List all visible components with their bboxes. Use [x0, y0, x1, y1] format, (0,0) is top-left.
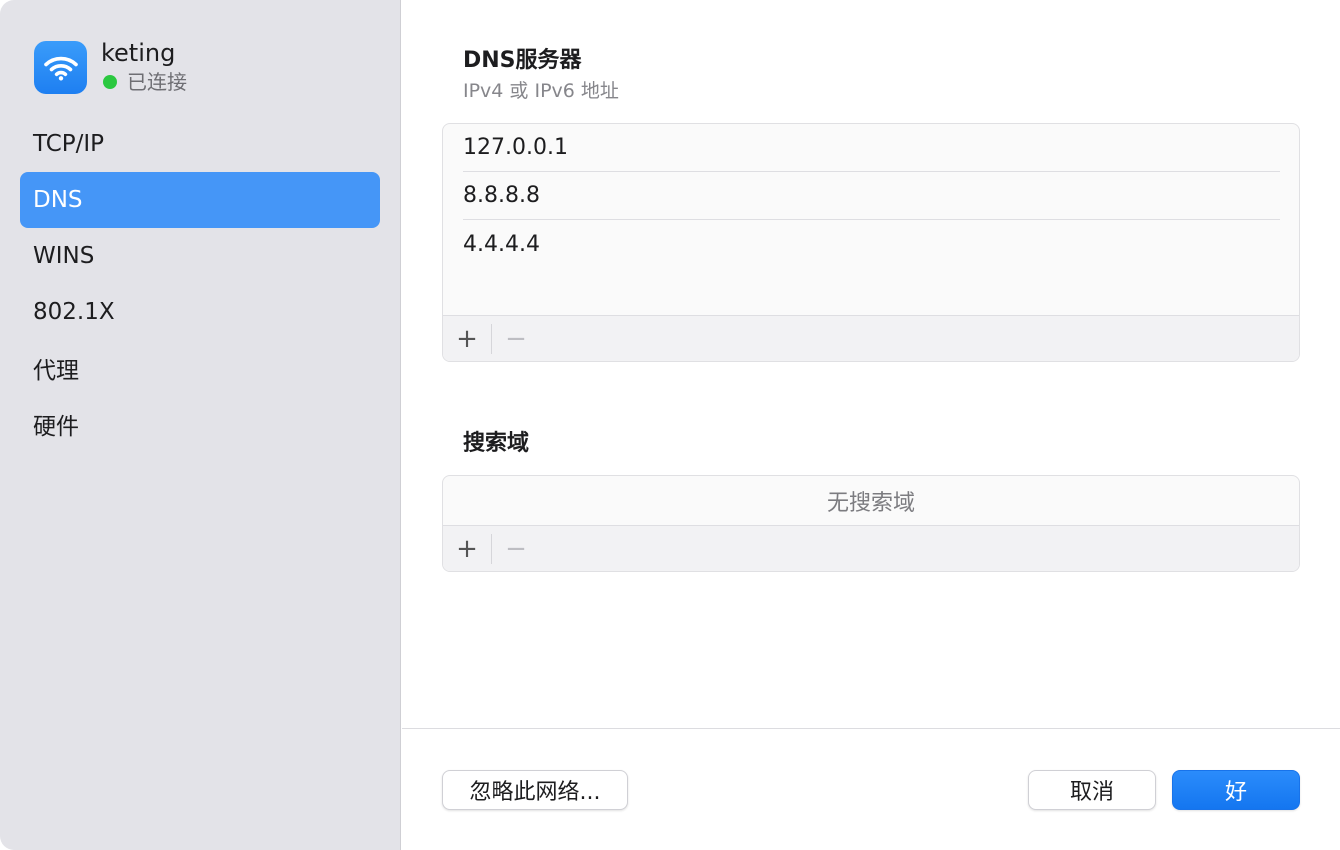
forget-network-button[interactable]: 忽略此网络... [442, 770, 628, 810]
dns-servers-subtitle: IPv4 或 IPv6 地址 [463, 80, 619, 102]
cancel-button[interactable]: 取消 [1028, 770, 1156, 810]
dns-list-toolbar: + − [443, 315, 1299, 361]
dns-servers-title: DNS服务器 [463, 48, 582, 73]
status-dot-icon [103, 75, 117, 89]
ok-button[interactable]: 好 [1172, 770, 1300, 810]
network-header: keting 已连接 [34, 38, 187, 98]
remove-search-domain-button[interactable]: − [492, 526, 540, 572]
search-domains-list: 无搜索域 + − [442, 475, 1300, 572]
search-domains-title: 搜索域 [463, 431, 530, 456]
wifi-icon [34, 41, 87, 94]
add-dns-server-button[interactable]: + [443, 316, 491, 362]
dns-server-row[interactable]: 127.0.0.1 [463, 124, 1280, 172]
main-panel: DNS服务器 IPv4 或 IPv6 地址 127.0.0.1 8.8.8.8 … [402, 0, 1340, 850]
sidebar-item-proxy[interactable]: 代理 [20, 340, 380, 396]
search-domains-toolbar: + − [443, 525, 1299, 571]
search-domains-empty-message: 无搜索域 [826, 491, 915, 516]
footer-divider [402, 728, 1340, 729]
sidebar-item-tcpip[interactable]: TCP/IP [20, 116, 380, 172]
dns-server-row[interactable]: 4.4.4.4 [463, 220, 1280, 268]
sidebar-item-dns[interactable]: DNS [20, 172, 380, 228]
dns-servers-list: 127.0.0.1 8.8.8.8 4.4.4.4 + − [442, 123, 1300, 362]
connection-status: 已连接 [101, 70, 187, 94]
remove-dns-server-button[interactable]: − [492, 316, 540, 362]
add-search-domain-button[interactable]: + [443, 526, 491, 572]
status-text: 已连接 [127, 70, 187, 94]
sidebar-item-8021x[interactable]: 802.1X [20, 284, 380, 340]
sidebar: keting 已连接 TCP/IP DNS WINS 802.1X 代理 硬件 [0, 0, 401, 850]
network-details-sheet: keting 已连接 TCP/IP DNS WINS 802.1X 代理 硬件 … [0, 0, 1340, 850]
sidebar-item-wins[interactable]: WINS [20, 228, 380, 284]
sidebar-item-hardware[interactable]: 硬件 [20, 396, 380, 452]
network-name: keting [101, 39, 176, 67]
sidebar-nav: TCP/IP DNS WINS 802.1X 代理 硬件 [20, 116, 380, 452]
dns-server-row[interactable]: 8.8.8.8 [463, 172, 1280, 220]
